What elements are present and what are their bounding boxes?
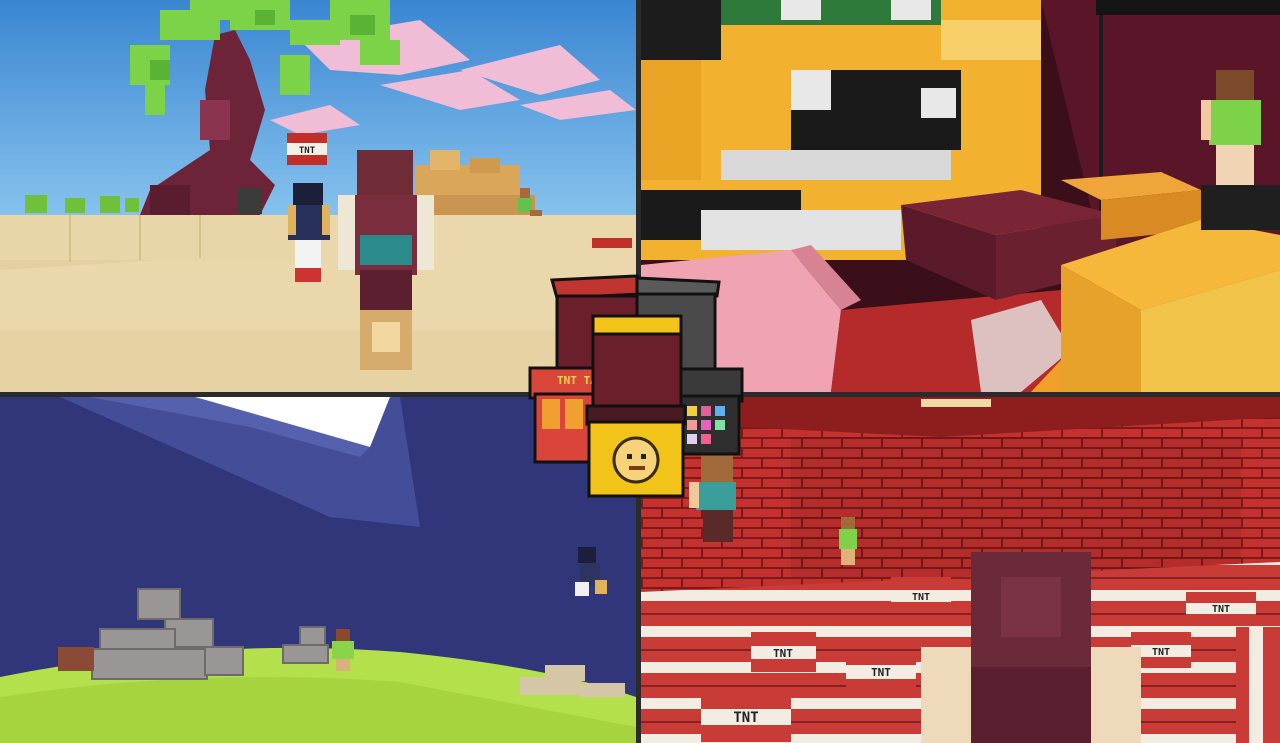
svg-text:TNT: TNT [733,710,758,726]
player-distant-room [839,517,857,565]
svg-text:TNT: TNT [1152,647,1170,658]
wooden-fence [58,647,94,671]
tnt-label: TNT [299,146,316,156]
svg-text:TNT: TNT [773,647,793,660]
arcade-cabinet-center [585,314,687,498]
arcade-logo: TNT TAG [527,274,747,500]
svg-text:TNT: TNT [1212,604,1230,615]
arcade-face-icon [612,436,660,484]
svg-text:TNT: TNT [871,666,891,679]
floating-tnt-block: TNT [287,133,327,165]
svg-text:TNT: TNT [912,592,930,603]
